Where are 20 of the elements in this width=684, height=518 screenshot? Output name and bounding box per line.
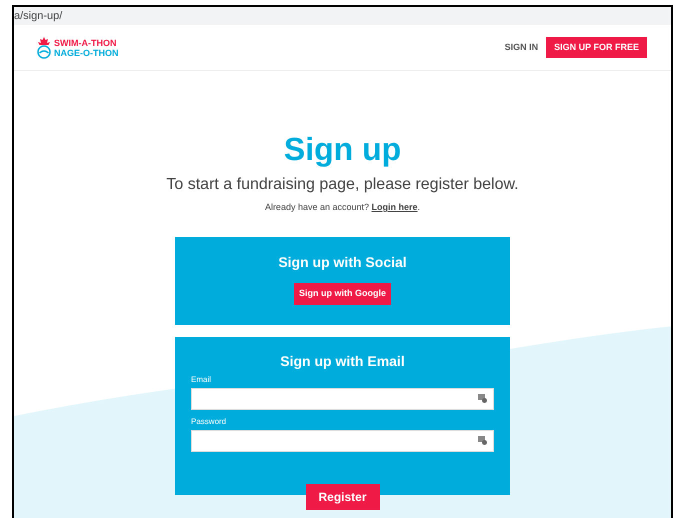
panel-heading: Sign up with Email [280, 352, 405, 371]
address-url: a/sign-up/ [14, 8, 62, 24]
logo-text: NAGE-O-THON [54, 48, 118, 58]
logo-icon [36, 36, 52, 58]
page-title: Sign up [284, 130, 402, 169]
field-label: Password [191, 416, 228, 428]
login-link[interactable]: Login here [372, 202, 418, 212]
input-field[interactable] [191, 388, 494, 410]
key-icon [478, 436, 487, 445]
logo-text: SWIM-A-THON [54, 38, 118, 48]
input-field[interactable] [191, 430, 494, 452]
key-icon [478, 394, 487, 403]
google-signup-button[interactable]: Sign up with Google [294, 282, 391, 304]
login-prompt: Already have an account? Login here. [264, 201, 420, 214]
sign-up-button[interactable]: SIGN UP FOR FREE [546, 37, 647, 58]
field-label: Email [191, 374, 212, 386]
sign-in-link[interactable]: SIGN IN [504, 40, 538, 54]
panel-heading: Sign up with Social [278, 252, 407, 272]
register-button[interactable]: Register [306, 484, 380, 510]
subtitle: To start a fundraising page, please register below. [166, 175, 519, 195]
